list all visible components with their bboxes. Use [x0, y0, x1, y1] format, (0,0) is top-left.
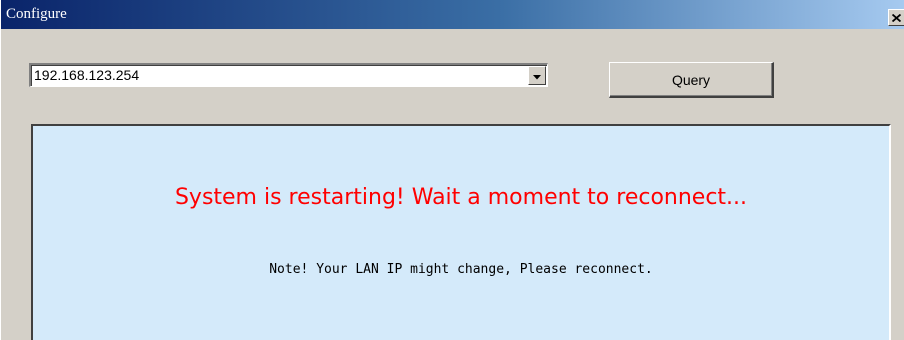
status-message-panel: System is restarting! Wait a moment to r…	[31, 124, 891, 340]
dropdown-arrow-button[interactable]	[528, 66, 546, 85]
lan-ip-note: Note! Your LAN IP might change, Please r…	[269, 262, 653, 277]
restart-message: System is restarting! Wait a moment to r…	[174, 185, 748, 210]
window-title: Configure	[6, 6, 67, 22]
query-button[interactable]: Query	[609, 62, 774, 98]
ip-address-select[interactable]: 192.168.123.254	[29, 63, 548, 87]
close-x-icon	[892, 13, 901, 22]
close-button[interactable]	[888, 9, 904, 26]
configure-window: Configure 192.168.123.254 Query System i…	[0, 0, 904, 340]
ip-address-value: 192.168.123.254	[34, 67, 140, 83]
title-bar[interactable]: Configure	[1, 0, 904, 29]
dropdown-arrow-icon	[533, 67, 541, 85]
